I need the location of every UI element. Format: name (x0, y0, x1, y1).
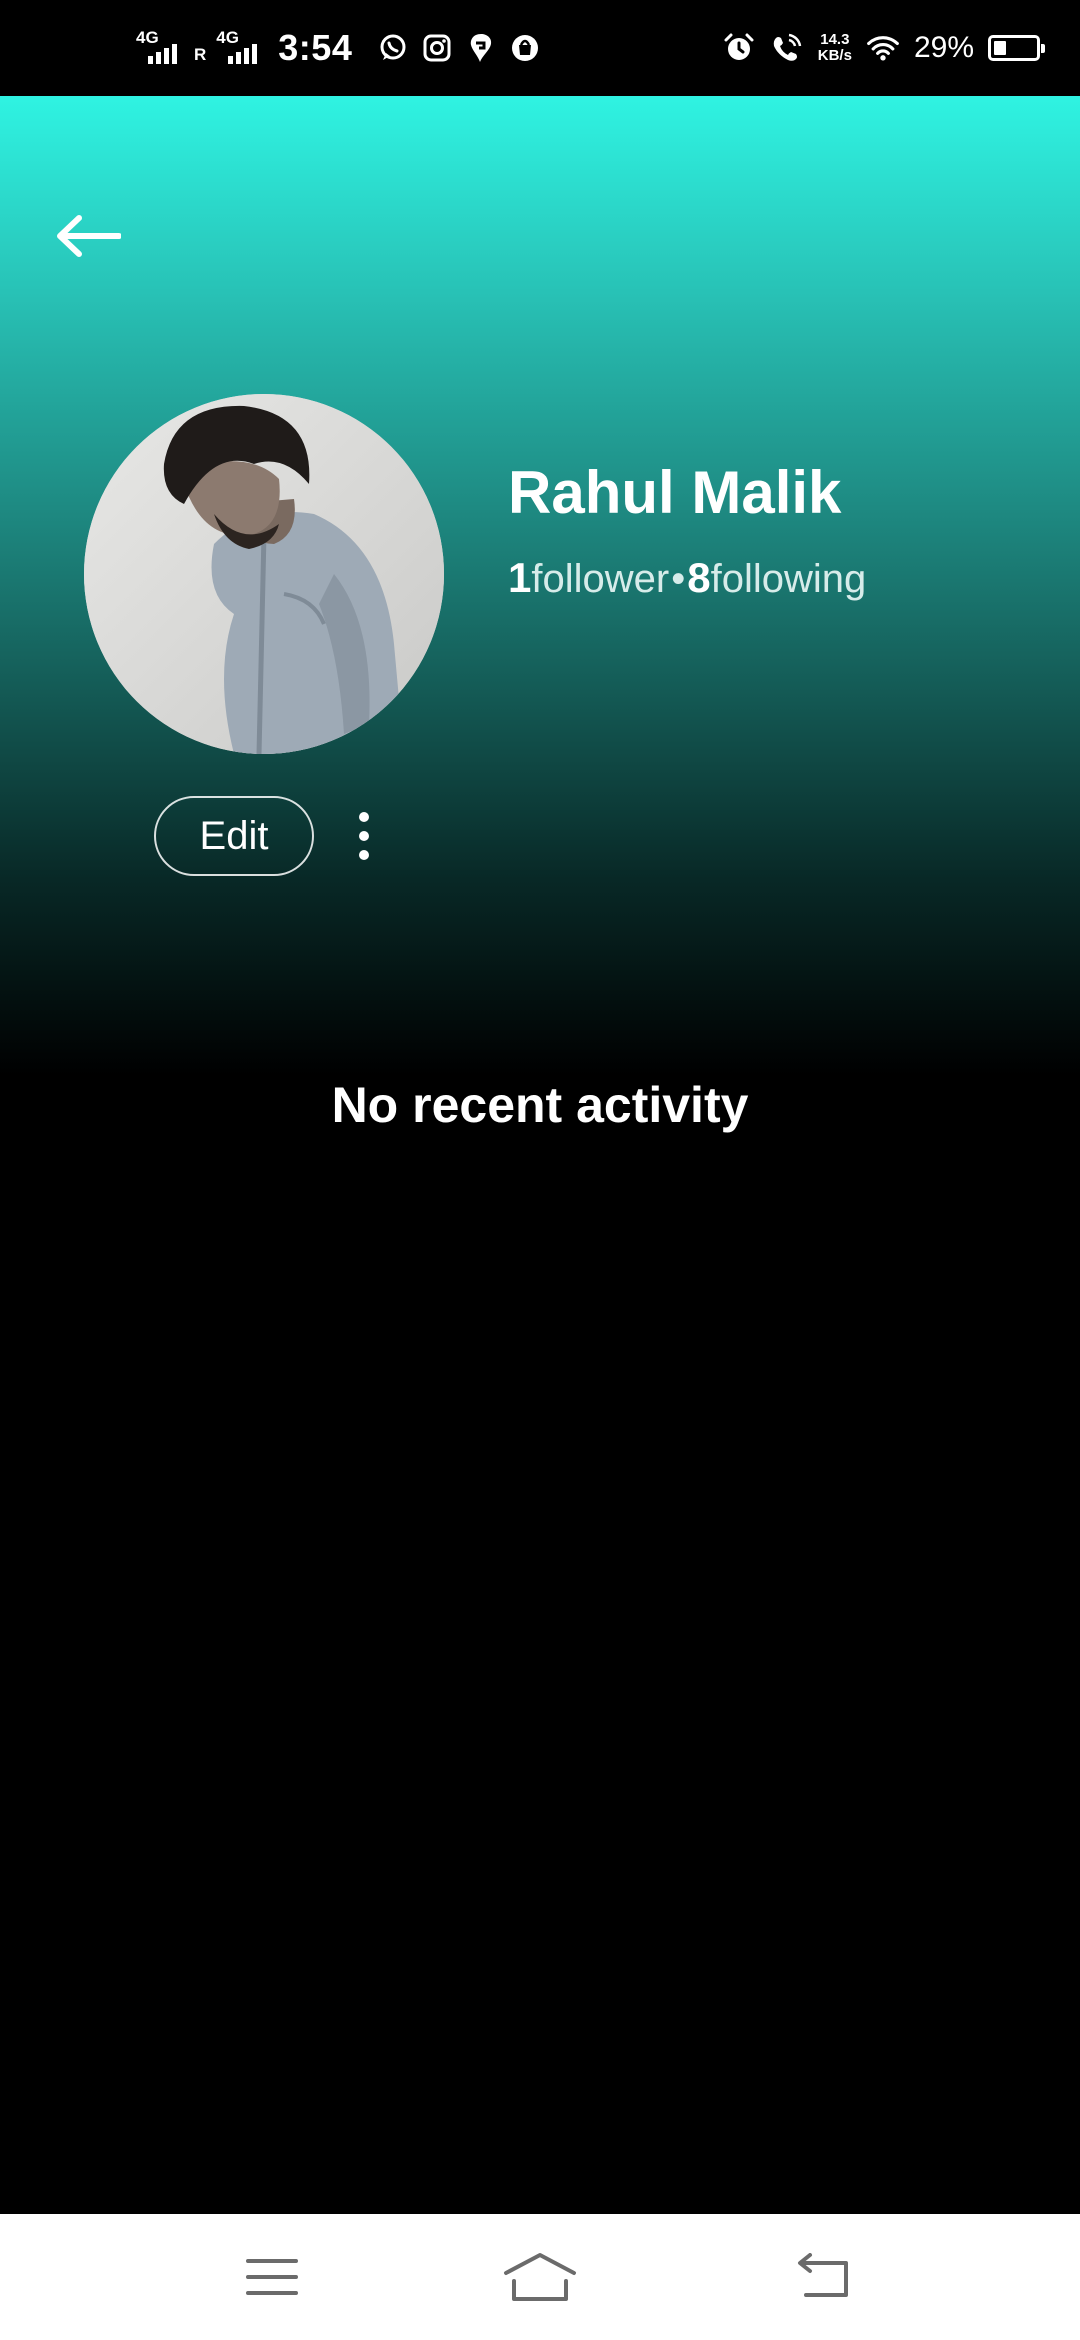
signal-4g-sim2: 4G (216, 28, 264, 68)
wifi-calling-icon (770, 31, 804, 65)
signal-bars-icon (228, 44, 258, 64)
signal-4g-sim1: 4G (136, 28, 184, 68)
no-activity-message: No recent activity (331, 1077, 749, 1133)
menu-icon (246, 2259, 298, 2295)
system-nav-bar (0, 2214, 1080, 2340)
signal-bars-icon (148, 44, 177, 64)
profile-photo (84, 394, 444, 754)
battery-level-fill (994, 41, 1006, 55)
speed-unit: KB/s (817, 47, 852, 64)
home-icon (504, 2253, 576, 2301)
back-nav-button[interactable] (764, 2232, 884, 2322)
swiggy-icon (464, 31, 498, 65)
separator-dot: • (671, 557, 686, 601)
following-label[interactable]: following (711, 557, 867, 602)
status-left: 4G R 4G 3:54 (136, 0, 542, 96)
profile-header: Rahul Malik 1 follower • 8 following Edi… (0, 96, 1080, 1133)
edit-profile-button[interactable]: Edit (154, 796, 314, 876)
more-vertical-icon[interactable] (346, 796, 382, 876)
battery-percent: 29% (913, 31, 974, 64)
following-count[interactable]: 8 (687, 554, 710, 602)
roaming-indicator: R (194, 45, 207, 64)
followers-label[interactable]: follower (531, 557, 669, 602)
wifi-icon (866, 31, 900, 65)
alarm-icon (722, 31, 756, 65)
status-right: 14.3 KB/s 29% (722, 0, 1045, 96)
profile-name: Rahul Malik (508, 459, 842, 526)
back-button[interactable] (48, 206, 128, 266)
status-bar: 4G R 4G 3:54 14.3 KB/s 29% (0, 0, 1080, 96)
instagram-icon (420, 31, 454, 65)
battery-icon (988, 35, 1045, 61)
whatsapp-icon (376, 31, 410, 65)
speed-value: 14.3 (820, 31, 850, 48)
follow-stats: 1 follower • 8 following (508, 554, 866, 602)
back-icon (798, 2253, 848, 2297)
home-button[interactable] (480, 2232, 600, 2322)
arrow-left-icon (57, 215, 121, 257)
status-time: 3:54 (278, 27, 353, 68)
avatar[interactable] (84, 394, 444, 754)
recents-button[interactable] (212, 2232, 332, 2322)
network-speed: 14.3 KB/s (818, 32, 852, 64)
followers-count[interactable]: 1 (508, 554, 531, 602)
shopping-bag-icon (508, 31, 542, 65)
